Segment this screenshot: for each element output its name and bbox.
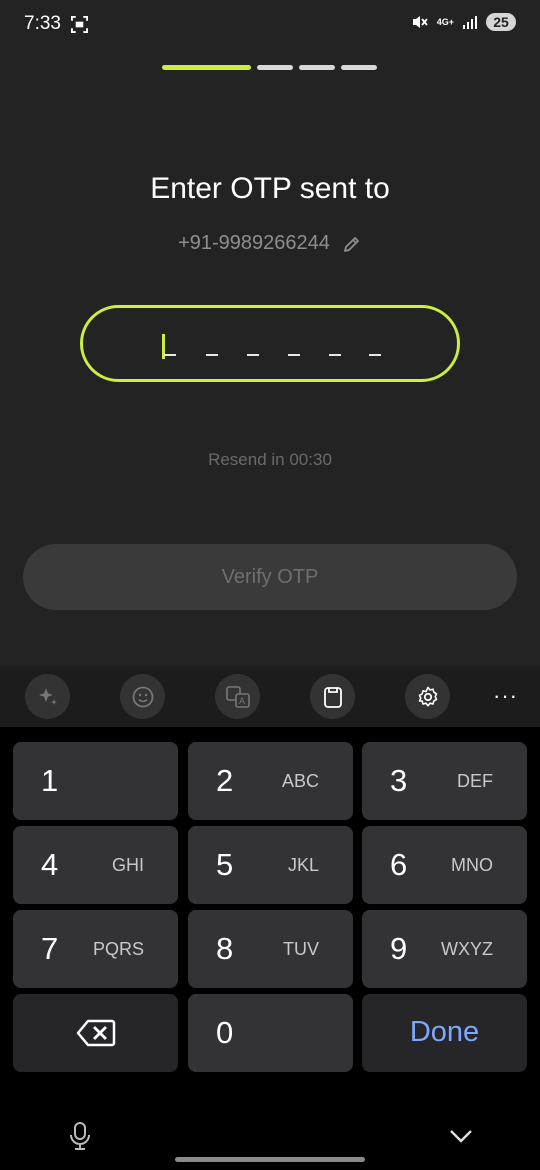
key-8[interactable]: 8 TUV xyxy=(188,910,353,988)
key-number: 8 xyxy=(216,931,234,966)
otp-digit-1 xyxy=(164,354,176,356)
phone-number: +91-9989266244 xyxy=(178,232,330,254)
key-2[interactable]: 2 ABC xyxy=(188,742,353,820)
backspace-icon xyxy=(76,1019,116,1047)
signal-icon xyxy=(463,16,477,29)
keyboard-toolbar: A ··· xyxy=(0,666,540,727)
clipboard-icon[interactable] xyxy=(310,674,355,719)
key-9[interactable]: 9 WXYZ xyxy=(362,910,527,988)
progress-step-3 xyxy=(299,65,335,70)
chevron-down-icon[interactable] xyxy=(449,1128,473,1144)
key-number: 7 xyxy=(41,931,59,966)
key-number: 9 xyxy=(390,931,408,966)
pencil-icon[interactable] xyxy=(342,234,362,254)
svg-text:A: A xyxy=(239,696,245,706)
status-time: 7:33 xyxy=(24,13,61,34)
status-icons: 4G+ 25 xyxy=(411,13,516,31)
phone-row: +91-9989266244 xyxy=(0,232,540,255)
gear-icon[interactable] xyxy=(405,674,450,719)
done-key[interactable]: Done xyxy=(362,994,527,1072)
step-progress xyxy=(162,65,377,70)
translate-icon[interactable]: A xyxy=(215,674,260,719)
key-1[interactable]: 1 xyxy=(13,742,178,820)
emoji-icon[interactable] xyxy=(120,674,165,719)
done-label: Done xyxy=(409,1016,480,1048)
home-indicator[interactable] xyxy=(175,1157,365,1162)
otp-digit-4 xyxy=(288,354,300,356)
otp-digit-3 xyxy=(247,354,259,356)
key-letters: ABC xyxy=(281,771,319,791)
key-letters: DEF xyxy=(457,771,493,791)
key-number: 2 xyxy=(216,763,234,798)
progress-step-4 xyxy=(341,65,377,70)
key-letters: TUV xyxy=(283,939,319,959)
progress-step-1 xyxy=(162,65,251,70)
sparkle-icon[interactable] xyxy=(25,674,70,719)
verify-otp-button[interactable]: Verify OTP xyxy=(23,544,517,610)
resend-timer: Resend in 00:30 xyxy=(208,450,332,469)
otp-digit-6 xyxy=(369,354,381,356)
backspace-key[interactable] xyxy=(13,994,178,1072)
mic-icon[interactable] xyxy=(68,1121,92,1151)
otp-digit-2 xyxy=(206,354,218,356)
key-number: 6 xyxy=(390,847,408,882)
key-7[interactable]: 7 PQRS xyxy=(13,910,178,988)
page-title: Enter OTP sent to xyxy=(150,172,390,205)
key-6[interactable]: 6 MNO xyxy=(362,826,527,904)
otp-input[interactable] xyxy=(80,305,460,382)
key-number: 5 xyxy=(216,847,234,882)
key-letters: WXYZ xyxy=(441,939,493,959)
more-icon[interactable]: ··· xyxy=(493,685,518,707)
key-number: 3 xyxy=(390,763,408,798)
key-letters: GHI xyxy=(111,855,144,875)
key-letters: MNO xyxy=(451,855,493,875)
key-letters: JKL xyxy=(287,855,319,875)
key-3[interactable]: 3 DEF xyxy=(362,742,527,820)
key-letters: PQRS xyxy=(92,939,144,959)
battery-level: 25 xyxy=(486,13,516,31)
mute-icon xyxy=(412,16,428,28)
key-number: 4 xyxy=(41,847,59,882)
network-type: 4G+ xyxy=(436,16,454,27)
key-4[interactable]: 4 GHI xyxy=(13,826,178,904)
key-number: 0 xyxy=(216,1015,234,1050)
key-number: 1 xyxy=(41,763,59,798)
key-5[interactable]: 5 JKL xyxy=(188,826,353,904)
status-bar: 7:33 4G+ 25 xyxy=(0,0,540,50)
progress-step-2 xyxy=(257,65,293,70)
key-0[interactable]: 0 xyxy=(188,994,353,1072)
otp-digit-5 xyxy=(329,354,341,356)
numeric-keyboard: 1 2 ABC 3 DEF 4 GHI 5 JKL 6 MNO 7 PQRS 8… xyxy=(0,727,540,1170)
screenshot-icon xyxy=(71,16,88,33)
